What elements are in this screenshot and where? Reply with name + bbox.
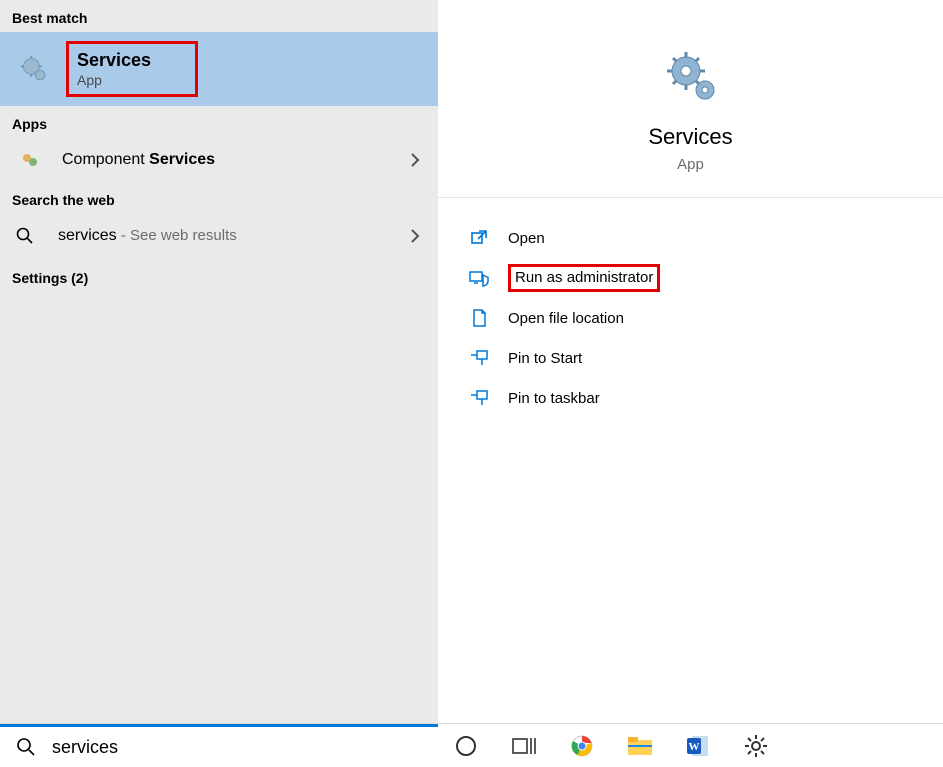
pin-icon — [468, 387, 490, 409]
open-icon — [468, 227, 490, 249]
services-icon — [18, 53, 50, 85]
apps-heading: Apps — [0, 106, 438, 138]
settings-heading[interactable]: Settings (2) — [0, 258, 438, 292]
actions-list: Open Run as administrator Open file locati… — [438, 198, 943, 418]
search-bar[interactable] — [0, 724, 438, 767]
web-heading: Search the web — [0, 182, 438, 214]
search-input[interactable] — [50, 736, 438, 759]
action-label: Run as administrator — [508, 264, 660, 292]
task-view-icon[interactable] — [510, 732, 538, 760]
taskbar: W — [438, 724, 943, 767]
best-match-services[interactable]: Services App — [0, 32, 438, 106]
component-services-icon — [18, 148, 42, 172]
action-pin-to-taskbar[interactable]: Pin to taskbar — [438, 378, 943, 418]
cortana-icon[interactable] — [452, 732, 480, 760]
admin-icon — [468, 267, 490, 289]
detail-title: Services — [648, 124, 732, 150]
services-large-icon — [663, 48, 719, 104]
action-label: Open — [508, 230, 545, 247]
web-item-label: services - See web results — [58, 227, 410, 245]
pin-icon — [468, 347, 490, 369]
action-label: Open file location — [508, 310, 624, 327]
bottom-bar: W — [0, 723, 943, 767]
settings-gear-icon[interactable] — [742, 732, 770, 760]
word-icon[interactable]: W — [684, 732, 712, 760]
apps-item-label: Component Services — [62, 151, 410, 169]
best-match-title: Services — [77, 50, 151, 71]
best-match-subtitle: App — [77, 72, 151, 88]
apps-item-component-services[interactable]: Component Services — [0, 138, 438, 182]
file-explorer-icon[interactable] — [626, 732, 654, 760]
action-label: Pin to Start — [508, 350, 582, 367]
best-match-heading: Best match — [0, 0, 438, 32]
folder-icon — [468, 307, 490, 329]
search-icon — [16, 737, 36, 757]
detail-pane: Services App OpenRun as administratorOpe… — [438, 0, 943, 723]
web-item-services[interactable]: services - See web results — [0, 214, 438, 258]
action-label: Pin to taskbar — [508, 390, 600, 407]
chevron-right-icon — [410, 229, 420, 243]
action-pin-to-start[interactable]: Pin to Start — [438, 338, 943, 378]
svg-text:W: W — [689, 741, 700, 753]
action-open-file-location[interactable]: Open file location — [438, 298, 943, 338]
results-pane: Best match Services App Apps — [0, 0, 438, 723]
search-icon — [14, 227, 36, 245]
chevron-right-icon — [410, 153, 420, 167]
detail-subtitle: App — [677, 156, 704, 173]
chrome-icon[interactable] — [568, 732, 596, 760]
action-open[interactable]: Open — [438, 218, 943, 258]
action-run-as-administrator[interactable]: Run as administrator — [438, 258, 943, 298]
